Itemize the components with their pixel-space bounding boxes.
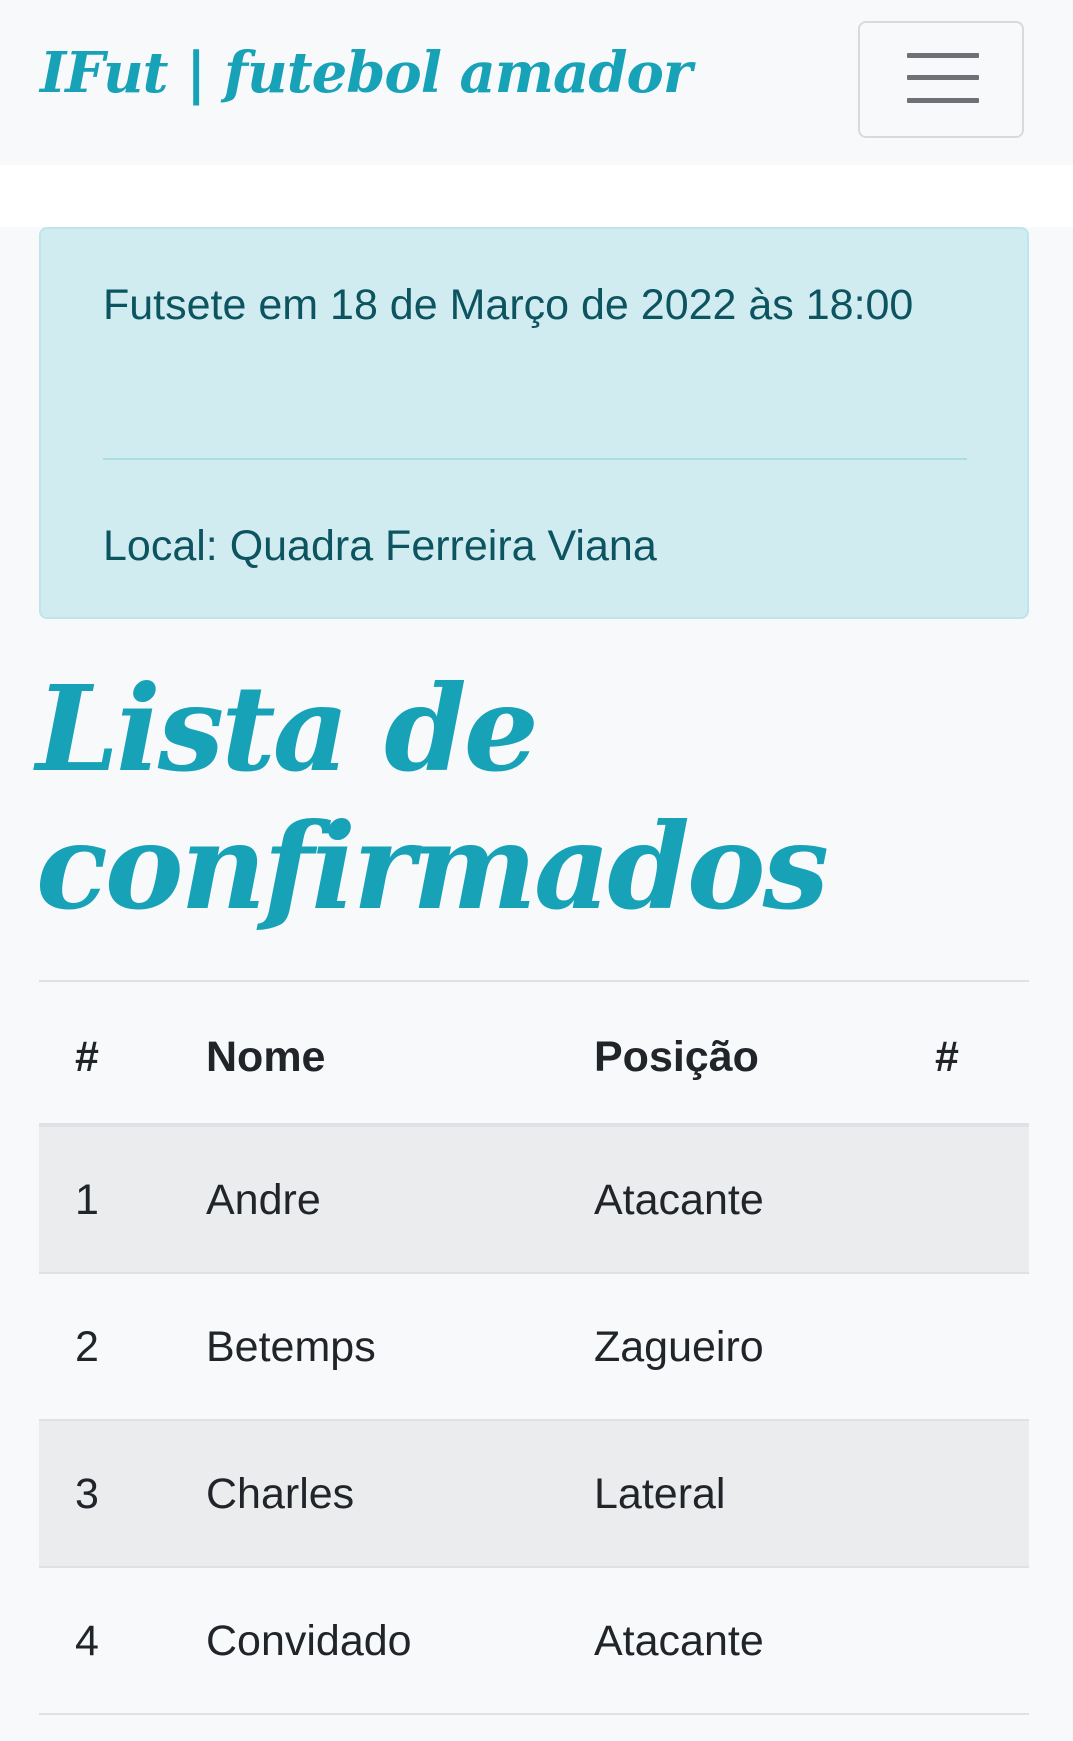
column-header-action: # — [935, 1033, 959, 1081]
event-title: Futsete em 18 de Março de 2022 às 18:00 — [103, 281, 914, 329]
alert-divider — [103, 458, 967, 460]
brand-logo-link[interactable]: IFut | futebol amador — [40, 40, 692, 106]
column-header-name: Nome — [206, 1033, 326, 1081]
navbar: IFut | futebol amador — [0, 0, 1073, 165]
row-number: 1 — [75, 1176, 99, 1224]
confirmed-players-table: # Nome Posição # 1 Andre Atacante 2 Bete… — [39, 980, 1029, 1715]
event-info-alert: Futsete em 18 de Março de 2022 às 18:00 … — [39, 227, 1029, 619]
row-number: 4 — [75, 1617, 99, 1665]
table-row: 2 Betemps Zagueiro — [39, 1274, 1029, 1421]
player-name: Charles — [206, 1470, 355, 1518]
player-position: Atacante — [594, 1176, 764, 1224]
spacer-band — [0, 165, 1073, 227]
player-name: Andre — [206, 1176, 321, 1224]
table-row: 1 Andre Atacante — [39, 1127, 1029, 1274]
player-position: Zagueiro — [594, 1323, 764, 1371]
row-number: 2 — [75, 1323, 99, 1371]
column-header-position: Posição — [594, 1033, 759, 1081]
player-name: Convidado — [206, 1617, 412, 1665]
row-number: 3 — [75, 1470, 99, 1518]
table-row: 3 Charles Lateral — [39, 1421, 1029, 1568]
table-row: 4 Convidado Atacante — [39, 1568, 1029, 1715]
player-position: Lateral — [594, 1470, 726, 1518]
player-name: Betemps — [206, 1323, 376, 1371]
confirmed-list-heading: Lista de confirmados — [36, 659, 829, 936]
event-location: Local: Quadra Ferreira Viana — [103, 522, 657, 570]
column-header-number: # — [75, 1033, 99, 1081]
table-header-row: # Nome Posição # — [39, 982, 1029, 1127]
navbar-toggler-button[interactable] — [858, 21, 1024, 138]
player-position: Atacante — [594, 1617, 764, 1665]
